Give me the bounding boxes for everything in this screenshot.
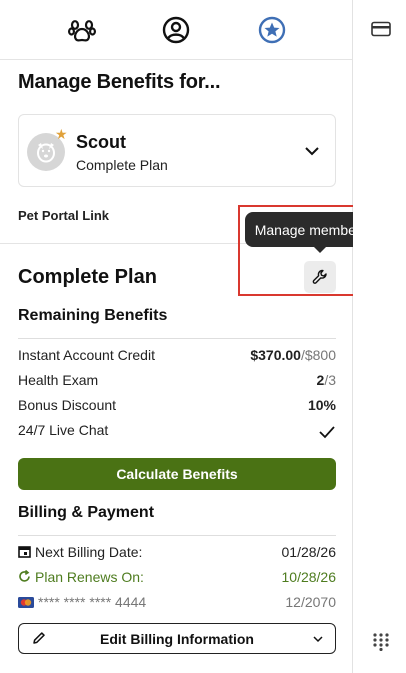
payment-card-row: **** **** **** 4444 12/2070: [18, 594, 336, 614]
profile-tab[interactable]: [159, 13, 193, 47]
right-rail: [353, 0, 406, 673]
pet-name: Scout: [76, 132, 127, 152]
billing-title: Billing & Payment: [18, 504, 155, 521]
chevron-down-icon: [313, 636, 323, 643]
top-nav: [0, 0, 352, 60]
checkmark-icon: [319, 426, 335, 439]
benefit-label: Health Exam: [18, 372, 99, 388]
remaining-benefits-title: Remaining Benefits: [18, 307, 168, 324]
mastercard-icon: [18, 597, 34, 608]
edit-billing-label: Edit Billing Information: [100, 631, 254, 647]
next-billing-value: 01/28/26: [281, 544, 337, 560]
star-badge-icon: [258, 16, 286, 44]
card-number: **** **** **** 4444: [38, 594, 147, 610]
benefit-row: Bonus Discount 10%: [18, 397, 336, 417]
plan-renews-label: Plan Renews On:: [35, 569, 144, 585]
card-expiry: 12/2070: [285, 594, 336, 610]
benefit-label: 24/7 Live Chat: [18, 422, 109, 438]
paw-tab[interactable]: [65, 13, 99, 47]
benefit-row: 24/7 Live Chat: [18, 422, 336, 442]
page-title: Manage Benefits for...: [18, 71, 221, 93]
benefit-row: Health Exam 2/3: [18, 372, 336, 392]
benefit-row: Instant Account Credit $370.00/$800: [18, 347, 336, 367]
plan-renews-row: Plan Renews On: 10/28/26: [18, 569, 336, 589]
billing-divider: [18, 535, 336, 536]
benefit-value: 2/3: [316, 372, 336, 388]
next-billing-row: Next Billing Date: 01/28/26: [18, 544, 336, 564]
dog-face-icon: [37, 143, 55, 163]
pet-plan: Complete Plan: [76, 157, 168, 173]
user-circle-icon: [162, 16, 190, 44]
calendar-icon: [18, 546, 31, 558]
keypad-icon[interactable]: [373, 633, 389, 651]
benefits-panel: Manage Benefits for... ★ Scout Complete …: [0, 0, 353, 673]
chevron-down-icon: [305, 147, 319, 156]
benefit-label: Instant Account Credit: [18, 347, 155, 363]
plan-title: Complete Plan: [18, 266, 157, 288]
paw-icon: [68, 20, 96, 42]
benefit-value: $370.00/$800: [250, 347, 336, 363]
pet-selector[interactable]: ★ Scout Complete Plan: [18, 114, 336, 187]
benefit-value: 10%: [307, 397, 336, 413]
favorite-star-icon: ★: [55, 126, 68, 142]
edit-billing-button[interactable]: Edit Billing Information: [18, 623, 336, 654]
calculate-benefits-button[interactable]: Calculate Benefits: [18, 458, 336, 490]
pet-portal-link[interactable]: Pet Portal Link: [18, 208, 109, 223]
plan-renews-value: 10/28/26: [281, 569, 337, 585]
credit-card-icon[interactable]: [371, 21, 391, 37]
benefits-divider: [18, 338, 336, 339]
benefit-label: Bonus Discount: [18, 397, 117, 413]
renew-icon: [19, 569, 30, 582]
membership-tab[interactable]: [255, 13, 289, 47]
next-billing-label: Next Billing Date:: [35, 544, 143, 560]
